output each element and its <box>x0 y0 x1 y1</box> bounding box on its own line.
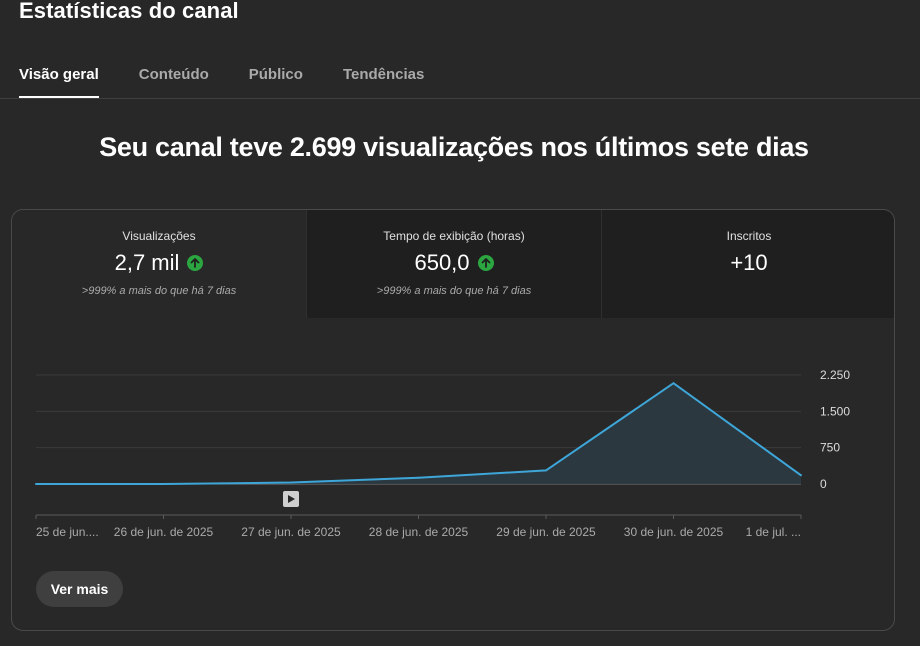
x-tick-label: 1 de jul. ... <box>746 525 801 539</box>
metric-subscribers-value: +10 <box>730 250 768 275</box>
tab-audience[interactable]: Público <box>249 66 303 98</box>
data-point <box>290 481 292 484</box>
metric-views-comparison: >999% a mais do que há 7 dias <box>81 285 237 297</box>
views-chart: 2.250 1.500 750 0 25 de jun.... 26 de jun. de… <box>35 368 850 539</box>
page-title: Estatísticas do canal <box>19 0 239 23</box>
metric-watch-time-value: 650,0 <box>414 250 470 275</box>
metric-tabs: Visualizações 2,7 mil >999% a mais do qu… <box>12 210 894 318</box>
metric-watch-time-label: Tempo de exibição (horas) <box>383 229 525 243</box>
stats-card: Visualizações 2,7 mil >999% a mais do qu… <box>11 209 895 631</box>
data-point <box>545 469 547 472</box>
x-tick-label: 25 de jun.... <box>36 525 99 539</box>
y-tick-label: 1.500 <box>820 404 850 418</box>
y-tick-label: 0 <box>820 477 827 491</box>
tabs-divider <box>0 98 920 99</box>
tab-bar: Visão geral Conteúdo Público Tendências <box>19 66 464 98</box>
metric-watch-time-value-row: 650,0 <box>307 250 601 276</box>
metric-views-value-row: 2,7 mil <box>12 250 306 276</box>
x-tick-label: 27 de jun. de 2025 <box>241 525 341 539</box>
data-point <box>35 483 37 485</box>
data-point <box>672 382 675 385</box>
x-tick-label: 30 de jun. de 2025 <box>624 525 724 539</box>
x-tick-label: 28 de jun. de 2025 <box>369 525 469 539</box>
trend-up-icon <box>477 255 494 271</box>
metric-views[interactable]: Visualizações 2,7 mil >999% a mais do qu… <box>12 210 306 318</box>
data-point <box>800 474 802 477</box>
tab-overview[interactable]: Visão geral <box>19 66 99 98</box>
data-point <box>417 476 420 479</box>
chart-area <box>36 383 801 484</box>
metric-watch-time[interactable]: Tempo de exibição (horas) 650,0 >999% a … <box>306 210 601 318</box>
metric-subscribers-value-row: +10 <box>602 250 894 276</box>
y-tick-label: 750 <box>820 441 840 455</box>
metric-subscribers-label: Inscritos <box>726 229 772 243</box>
tab-content[interactable]: Conteúdo <box>139 66 209 98</box>
x-tick-label: 29 de jun. de 2025 <box>496 525 596 539</box>
metric-watch-time-comparison: >999% a mais do que há 7 dias <box>376 285 532 297</box>
video-marker-icon[interactable] <box>283 491 299 507</box>
y-tick-label: 2.250 <box>820 368 850 382</box>
metric-views-value: 2,7 mil <box>114 250 180 275</box>
summary-headline: Seu canal teve 2.699 visualizações nos ú… <box>99 132 809 162</box>
metric-views-label: Visualizações <box>122 229 196 243</box>
x-tick-label: 26 de jun. de 2025 <box>114 525 214 539</box>
trend-up-icon <box>187 255 204 271</box>
data-point <box>162 483 165 485</box>
metric-subscribers[interactable]: Inscritos +10 <box>601 210 894 318</box>
tab-trends[interactable]: Tendências <box>343 66 424 98</box>
see-more-button[interactable]: Ver mais <box>36 571 123 607</box>
